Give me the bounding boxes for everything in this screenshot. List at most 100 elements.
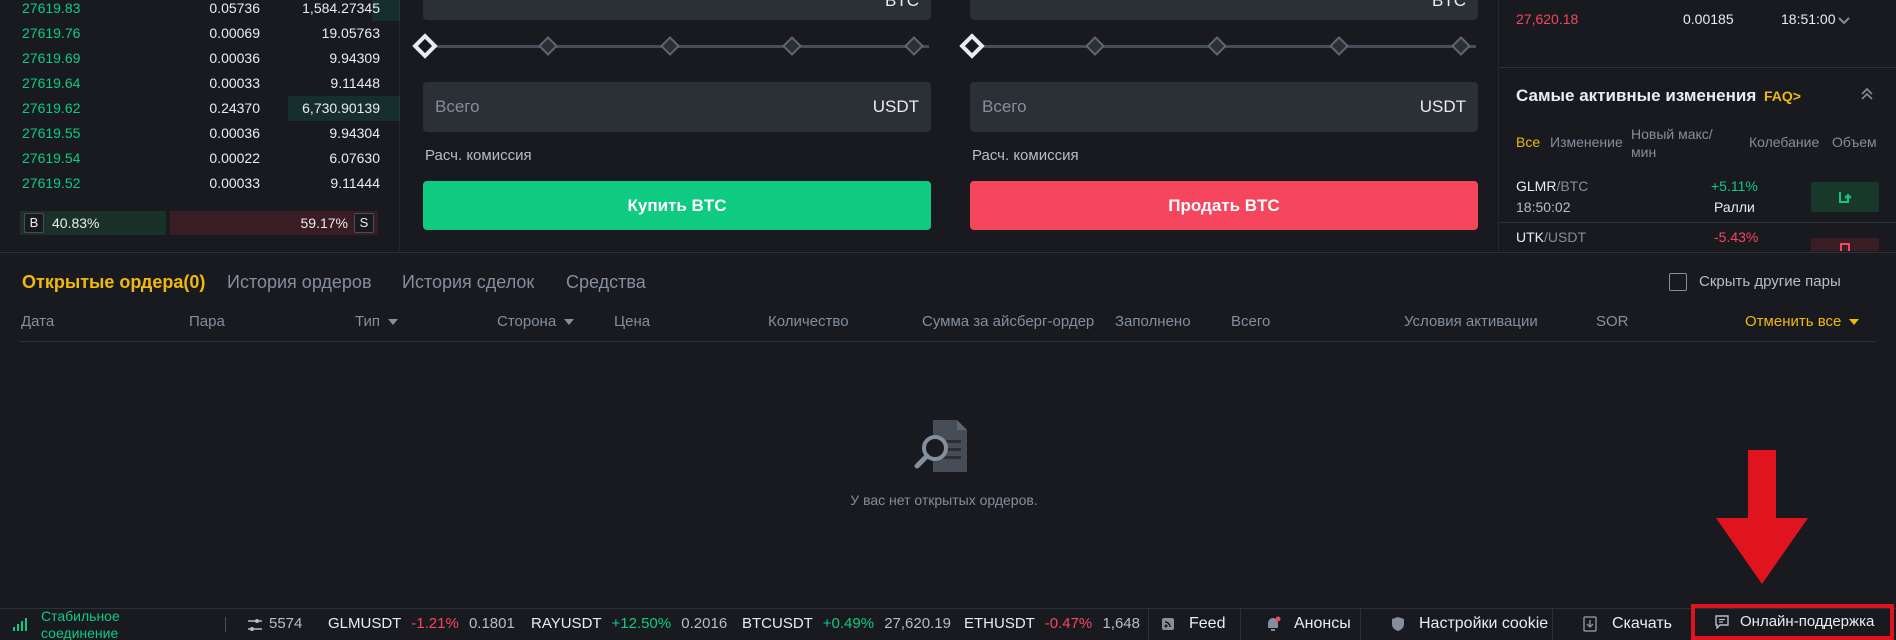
orderbook-total: 9.94304 [329, 125, 380, 141]
caret-down-icon [388, 319, 399, 326]
col-side-label: Сторона [497, 313, 557, 330]
orderbook-amount: 0.00069 [209, 25, 260, 41]
caret-down-icon [1849, 319, 1860, 326]
orderbook: 27619.83 0.05736 1,584.27345 27619.76 0.0006… [0, 0, 400, 251]
tab-open-orders[interactable]: Открытые ордера(0) [22, 272, 205, 293]
buy-sell-ratio: B 40.83% 59.17% S [20, 211, 378, 235]
col-type[interactable]: Тип [355, 313, 399, 330]
orderbook-total: 19.05763 [321, 25, 380, 41]
faq-link[interactable]: FAQ> [1764, 88, 1801, 104]
mover-item[interactable]: UTK/USDT -5.43% [1499, 224, 1896, 251]
cookie-settings-button[interactable]: Настройки cookie [1360, 608, 1552, 640]
orderbook-row[interactable]: 27619.54 0.00022 6.07630 [0, 146, 400, 171]
sell-fee-label[interactable]: Расч. комиссия [972, 147, 1079, 164]
buy-amount-slider[interactable] [412, 33, 933, 59]
sell-slider-step[interactable] [1207, 36, 1227, 56]
ticker-item[interactable]: GLMUSDT -1.21% 0.1801 [328, 615, 515, 632]
mover-base: GLMR [1516, 178, 1557, 194]
tab-order-history[interactable]: История ордеров [227, 272, 372, 293]
sell-total-unit: USDT [1419, 97, 1466, 116]
online-support-button[interactable]: Онлайн-поддержка [1691, 604, 1894, 640]
orderbook-row[interactable]: 27619.62 0.24370 6,730.90139 [0, 96, 400, 121]
collapse-icon[interactable] [1859, 86, 1875, 107]
last-trade-price: 27,620.18 [1516, 11, 1579, 27]
download-button[interactable]: Скачать [1552, 608, 1672, 640]
buy-btc-button[interactable]: Купить BTC [423, 181, 931, 230]
orderbook-price: 27619.69 [22, 50, 81, 66]
tab-funds[interactable]: Средства [566, 272, 646, 293]
empty-document-search-icon [911, 418, 977, 479]
orderbook-total: 9.11444 [330, 175, 380, 191]
feed-button[interactable]: Feed [1148, 608, 1240, 640]
download-icon [1583, 616, 1597, 637]
ticker-price: 1,648.7 [1102, 615, 1140, 632]
buy-slider-step[interactable] [538, 36, 558, 56]
ticker-symbol: ETHUSDT [964, 615, 1035, 632]
signal-icon [12, 616, 30, 637]
ticker-strip: GLMUSDT -1.21% 0.1801 RAYUSDT +12.50% 0.… [328, 608, 1140, 640]
col-iceberg: Сумма за айсберг-ордер [922, 313, 1095, 330]
orderbook-row[interactable]: 27619.83 0.05736 1,584.27345 [0, 0, 400, 21]
hide-other-pairs-label[interactable]: Скрыть другие пары [1699, 273, 1841, 290]
orderbook-price: 27619.83 [22, 0, 81, 16]
chevron-down-icon[interactable] [1836, 12, 1852, 33]
mover-tab-change[interactable]: Изменение [1550, 134, 1623, 150]
ticker-price: 27,620.19 [884, 615, 951, 632]
buy-slider-step[interactable] [660, 36, 680, 56]
cookie-settings-label: Настройки cookie [1419, 615, 1549, 632]
sell-btc-button[interactable]: Продать BTC [970, 181, 1478, 230]
mover-quote: /BTC [1556, 178, 1589, 194]
chat-icon [1715, 615, 1729, 634]
hide-other-pairs-checkbox[interactable] [1669, 273, 1687, 291]
announcements-button[interactable]: Анонсы [1240, 608, 1360, 640]
orderbook-row[interactable]: 27619.76 0.00069 19.05763 [0, 21, 400, 46]
buy-fee-label[interactable]: Расч. комиссия [425, 147, 532, 164]
sell-slider-step[interactable] [1085, 36, 1105, 56]
mover-tab-volume[interactable]: Объем [1832, 134, 1877, 150]
sell-slider-step[interactable] [1329, 36, 1349, 56]
cancel-all-label: Отменить все [1745, 313, 1842, 330]
buy-slider-step[interactable] [782, 36, 802, 56]
orderbook-price: 27619.62 [22, 100, 81, 116]
pairs-count: 5574 [269, 615, 303, 632]
ticker-item[interactable]: BTCUSDT +0.49% 27,620.19 [742, 615, 951, 632]
mover-tab-new-high-low[interactable]: Новый макс/мин [1631, 125, 1721, 161]
ticker-price: 0.1801 [468, 615, 515, 632]
orderbook-total: 6,730.90139 [302, 100, 380, 116]
sell-slider-step[interactable] [1451, 36, 1471, 56]
trade-panel: BTC Всего USDT Расч. комиссия Купить BTC… [401, 0, 1497, 251]
cancel-all-button[interactable]: Отменить все [1745, 313, 1860, 330]
ticker-symbol: BTCUSDT [742, 615, 813, 632]
col-filled: Заполнено [1115, 313, 1191, 330]
orderbook-row[interactable]: 27619.64 0.00033 9.11448 [0, 71, 400, 96]
mover-tab-all[interactable]: Все [1516, 134, 1540, 150]
drop-down-icon [1811, 238, 1879, 251]
orderbook-price: 27619.55 [22, 125, 81, 141]
orderbook-amount: 0.00036 [209, 125, 260, 141]
sell-total-field[interactable]: Всего USDT [970, 82, 1478, 132]
orderbook-row[interactable]: 27619.52 0.00033 9.11444 [0, 171, 400, 196]
sell-percent: 59.17% [300, 215, 348, 231]
ticker-item[interactable]: RAYUSDT +12.50% 0.2016 [531, 615, 727, 632]
col-sor: SOR [1596, 313, 1629, 330]
ticker-change: -1.21% [411, 615, 459, 632]
buy-slider-step[interactable] [904, 36, 924, 56]
orderbook-row[interactable]: 27619.55 0.00036 9.94304 [0, 121, 400, 146]
col-side[interactable]: Сторона [497, 313, 575, 330]
buy-amount-field[interactable]: BTC [423, 0, 931, 20]
mover-item[interactable]: GLMR/BTC 18:50:02 +5.11% Ралли [1499, 172, 1896, 222]
sell-slider-handle[interactable] [959, 33, 985, 59]
sell-amount-slider[interactable] [959, 33, 1480, 59]
mover-tab-volatility[interactable]: Колебание [1749, 134, 1819, 150]
market-panel: 27,620.18 0.00185 18:51:00 Самые активны… [1498, 0, 1896, 251]
buy-slider-handle[interactable] [412, 33, 438, 59]
buy-total-field[interactable]: Всего USDT [423, 82, 931, 132]
sell-amount-unit: BTC [1432, 0, 1466, 10]
orderbook-row[interactable]: 27619.69 0.00036 9.94309 [0, 46, 400, 71]
orderbook-amount: 0.00036 [209, 50, 260, 66]
ticker-item[interactable]: ETHUSDT -0.47% 1,648.7 [964, 615, 1140, 632]
orderbook-total: 9.94309 [329, 50, 380, 66]
orderbook-total: 9.11448 [330, 75, 380, 91]
tab-trade-history[interactable]: История сделок [402, 272, 534, 293]
sell-amount-field[interactable]: BTC [970, 0, 1478, 20]
